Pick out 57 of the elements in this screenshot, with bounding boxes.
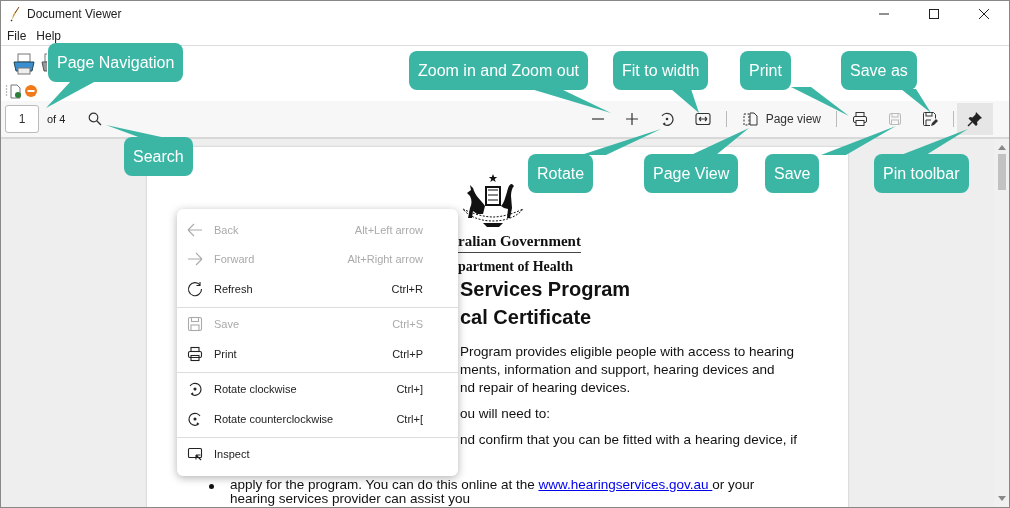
department-name: partment of Health: [458, 259, 575, 275]
printer-icon[interactable]: [40, 52, 47, 75]
paragraph-line: nd confirm that you can be fitted with a hearing device, if: [460, 431, 798, 449]
maximize-icon[interactable]: [928, 7, 940, 20]
scrollbar-thumb[interactable]: [997, 154, 1006, 190]
callout-pointer: [46, 81, 96, 108]
inspect-icon: [187, 446, 203, 463]
scroll-up-icon[interactable]: [997, 144, 1006, 150]
callout-pointer: [671, 89, 699, 113]
context-menu-item[interactable]: Refresh Ctrl+R: [177, 274, 458, 304]
window-title: Document Viewer: [27, 6, 122, 21]
website-link[interactable]: www.hearingservices.gov.au: [538, 477, 713, 492]
paragraph-line: nd repair of hearing devices.: [460, 379, 632, 397]
callout-pointer: [791, 87, 849, 116]
page-view-button[interactable]: Page view: [741, 111, 821, 127]
paragraph-line: ou will need to:: [460, 405, 552, 423]
no-entry-icon[interactable]: [24, 84, 38, 98]
search-icon[interactable]: [88, 112, 103, 126]
paragraph-line: Program provides eligible people with access to hearing: [460, 343, 795, 361]
callout-label: Save: [765, 154, 820, 193]
context-menu-item[interactable]: Print Ctrl+P: [177, 339, 458, 369]
list-item-text: hearing services provider can assist you: [230, 492, 472, 506]
page-count: of 4: [47, 113, 66, 125]
callout-label: Print: [740, 51, 791, 90]
context-menu-item[interactable]: Rotate clockwise Ctrl+]: [177, 374, 458, 404]
menu-item[interactable]: Help: [36, 28, 62, 43]
save-icon: [187, 316, 203, 333]
scroll-down-icon[interactable]: [997, 496, 1006, 502]
pin-toolbar-button[interactable]: [957, 103, 993, 135]
bullet-icon: [209, 484, 214, 489]
callout-pointer: [901, 89, 931, 113]
callout-label: Rotate: [528, 154, 594, 193]
document-heading: cal Certificate: [460, 305, 593, 330]
paragraph-line: ments, information and support, hearing devices and: [460, 361, 776, 379]
zoom-in-icon[interactable]: [624, 112, 639, 126]
print-icon[interactable]: [852, 111, 868, 127]
print-icon: [187, 345, 203, 362]
save-as-icon[interactable]: [922, 111, 938, 127]
list-item-text: apply for the program. You can do this online at the www.hearingservices.gov.au or your: [230, 478, 755, 492]
callout-label: Save as: [841, 51, 917, 90]
document-heading: Services Program: [460, 277, 632, 302]
close-icon[interactable]: [978, 7, 990, 20]
callout-pointer: [691, 128, 749, 155]
refresh-icon: [187, 280, 203, 297]
printer-icon[interactable]: [12, 52, 36, 75]
pin-icon: [967, 111, 983, 127]
page-globe-icon[interactable]: [10, 83, 22, 99]
page-number-field[interactable]: 1: [5, 105, 39, 133]
back-icon: [187, 221, 203, 238]
context-menu-item[interactable]: Inspect: [177, 439, 458, 469]
page-view-icon: [741, 111, 758, 127]
context-menu-item[interactable]: Rotate counterclockwise Ctrl+[: [177, 404, 458, 434]
fit-width-icon[interactable]: [694, 112, 711, 126]
toolbar-grip-icon[interactable]: [5, 84, 8, 98]
quill-icon: [9, 5, 21, 22]
menu-item[interactable]: File: [7, 28, 27, 43]
forward-icon: [187, 251, 203, 268]
